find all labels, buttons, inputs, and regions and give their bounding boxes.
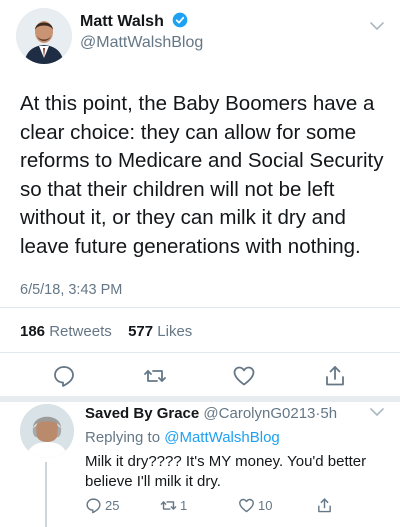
heart-icon <box>239 498 254 513</box>
reply-retweet-button[interactable]: 1 <box>160 497 187 514</box>
reply-author-name[interactable]: Saved By Grace <box>85 405 199 422</box>
reply-reply-count: 25 <box>105 498 120 513</box>
verified-badge-icon <box>172 12 188 28</box>
tweet-stats: 186 Retweets 577 Likes <box>20 323 192 340</box>
reply-icon <box>54 366 74 387</box>
share-icon <box>326 366 344 386</box>
thread-line <box>45 462 47 527</box>
chevron-down-icon[interactable] <box>370 408 384 417</box>
share-icon <box>318 498 331 513</box>
retweets-label: Retweets <box>49 323 112 340</box>
likes-stat[interactable]: 577 Likes <box>128 323 192 340</box>
divider <box>0 352 400 353</box>
section-divider <box>0 396 400 402</box>
reply-author-avatar[interactable] <box>20 404 74 458</box>
reply-author-handle[interactable]: @CarolynG0213 <box>203 405 315 422</box>
retweet-icon <box>160 501 177 510</box>
tweet-timestamp: 6/5/18, 3:43 PM <box>20 282 123 298</box>
chevron-down-icon[interactable] <box>370 22 384 31</box>
tweet-text: At this point, the Baby Boomers have a c… <box>20 92 384 258</box>
author-handle[interactable]: @MattWalshBlog <box>80 34 203 52</box>
reply-like-count: 10 <box>258 498 273 513</box>
replying-to: Replying to @MattWalshBlog <box>85 429 280 446</box>
likes-label: Likes <box>157 323 193 340</box>
divider <box>0 307 400 308</box>
retweets-stat[interactable]: 186 Retweets <box>20 323 112 340</box>
reply-header: Saved By Grace @CarolynG0213·5h <box>85 405 337 422</box>
share-button[interactable] <box>323 364 347 388</box>
reply-text: Milk it dry???? It's MY money. You'd bet… <box>85 453 367 490</box>
retweet-icon <box>144 370 166 382</box>
replying-to-prefix: Replying to <box>85 429 161 446</box>
retweets-count: 186 <box>20 323 46 340</box>
reply-like-button[interactable]: 10 <box>238 497 272 514</box>
author-name-text: Matt Walsh <box>80 13 164 30</box>
reply-icon <box>86 498 101 514</box>
author-avatar[interactable] <box>16 8 72 64</box>
author-name[interactable]: Matt Walsh <box>80 12 188 31</box>
heart-icon <box>233 366 255 386</box>
retweet-button[interactable] <box>143 364 167 388</box>
replying-to-mention[interactable]: @MattWalshBlog <box>164 429 280 446</box>
reply-button[interactable] <box>52 364 76 388</box>
likes-count: 577 <box>128 323 154 340</box>
reply-time[interactable]: 5h <box>320 405 337 422</box>
reply-reply-button[interactable]: 25 <box>85 497 119 514</box>
reply-retweet-count: 1 <box>180 498 188 513</box>
like-button[interactable] <box>232 364 256 388</box>
reply-share-button[interactable] <box>316 497 336 514</box>
